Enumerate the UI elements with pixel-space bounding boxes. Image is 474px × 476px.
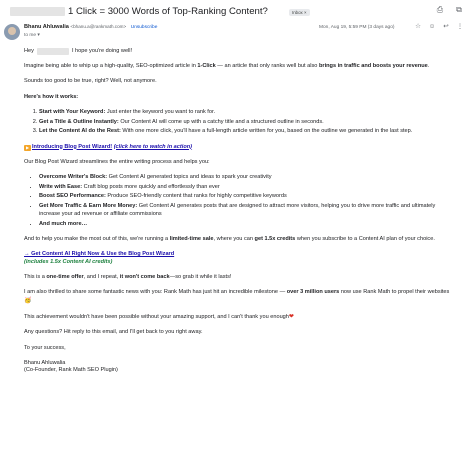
cta-subtext: (includes 1.5x Content AI credits): [24, 258, 113, 265]
list-item: Write with Ease: Craft blog posts more q…: [39, 184, 454, 192]
list-item: And much more…: [39, 221, 454, 229]
heart-emoji-icon: ❤: [288, 314, 294, 321]
list-item: Overcome Writer's Block: Get Content AI …: [39, 174, 454, 182]
benefits-list: Overcome Writer's Block: Get Content AI …: [39, 174, 454, 228]
bold-text: 1-Click: [197, 63, 216, 70]
bold-text: Get a Title & Outline Instantly:: [39, 118, 119, 125]
bold-text: Here's how it works:: [24, 93, 79, 100]
watch-in-action-link[interactable]: (click here to watch in action): [114, 144, 192, 150]
text: Craft blog posts more quickly and effort…: [82, 183, 220, 190]
paragraph-intro: Imagine being able to whip up a high-qua…: [24, 63, 454, 71]
redacted-name: [36, 48, 69, 56]
bold-text: Write with Ease:: [39, 183, 83, 190]
steps-list: Start with Your Keyword: Just enter the …: [39, 109, 454, 136]
signature-name: Bhanu Ahluwalia: [24, 359, 66, 366]
text: Get Content AI generated topics and idea…: [107, 173, 272, 180]
list-item: Get More Traffic & Earn More Money: Get …: [39, 203, 454, 218]
party-emoji-icon: 🥳: [24, 297, 32, 304]
text: With one more click, you'll have a full-…: [120, 128, 413, 135]
message-actions: ☆ ☺ ↩ ⋮: [414, 23, 464, 31]
email-body: Hey I hope you're doing well! Imagine be…: [24, 48, 454, 375]
paragraph-questions: Any questions? Hit reply to this email, …: [24, 329, 203, 336]
text: And to help you make the most out of thi…: [24, 235, 170, 242]
signature-title: (Co-Founder, Rank Math SEO Plugin): [24, 367, 118, 374]
more-icon[interactable]: ⋮: [456, 23, 464, 31]
chip-close-icon[interactable]: ×: [304, 10, 307, 15]
inbox-label-text: Inbox: [292, 10, 303, 15]
bold-text: Start with Your Keyword:: [39, 108, 106, 115]
bold-text: one-time offer: [46, 273, 84, 280]
text: This is a: [24, 273, 47, 280]
text: now use Rank Math to propel their websit…: [339, 289, 450, 296]
bold-text: get 1.5x credits: [254, 235, 296, 242]
list-item: Get a Title & Outline Instantly: Our Con…: [39, 119, 454, 127]
text: I am also thrilled to share some fantast…: [24, 289, 287, 296]
play-icon: ▶: [24, 144, 31, 151]
greeting-hey: Hey: [24, 48, 34, 54]
redacted-subject-prefix: [10, 7, 65, 16]
paragraph-too-good: Sounds too good to be true, right? Well,…: [24, 78, 157, 85]
recipient-text: to me: [24, 33, 36, 38]
bold-text: And much more…: [39, 220, 88, 227]
paragraph-streamlines: Our Blog Post Wizard streamlines the ent…: [24, 158, 210, 165]
text: Just enter the keyword you want to rank …: [105, 108, 216, 115]
text: —so grab it while it lasts!: [169, 273, 232, 280]
text: — an article that only ranks well but al…: [215, 63, 319, 70]
paragraph-milestone: I am also thrilled to share some fantast…: [24, 289, 454, 305]
how-it-works-heading: Here's how it works:: [24, 94, 454, 102]
text: when you subscribe to a Content AI plan …: [295, 235, 435, 242]
bold-text: limited-time sale: [169, 235, 214, 242]
intro-link-line: ▶ Introducing Blog Post Wizard! (click he…: [24, 144, 454, 152]
open-in-new-window-icon[interactable]: ⧉: [454, 5, 464, 15]
email-subject: 1 Click = 3000 Words of Top-Ranking Cont…: [68, 6, 268, 17]
sender-line: Bhanu Ahluwalia <bhanu.a@rankmath.com> U…: [24, 24, 157, 32]
star-icon[interactable]: ☆: [414, 23, 422, 31]
recipient-line[interactable]: to me ▾: [24, 33, 40, 40]
bold-text: brings in traffic and boosts your revenu…: [318, 63, 428, 70]
sender-name[interactable]: Bhanu Ahluwalia: [24, 24, 69, 30]
paragraph-offer: This is a one-time offer, and I repeat, …: [24, 274, 454, 282]
text: Imagine being able to whip up a high-qua…: [24, 63, 198, 70]
get-content-ai-link[interactable]: → Get Content AI Right Now & Use the Blo…: [24, 251, 174, 257]
bold-text: it won't come back: [119, 273, 170, 280]
text: Our Content AI will come up with a catch…: [118, 118, 324, 125]
chevron-down-icon[interactable]: ▾: [37, 33, 39, 38]
intro-video-link[interactable]: Introducing Blog Post Wizard!: [32, 144, 112, 150]
inbox-label-chip[interactable]: Inbox ×: [289, 9, 310, 16]
cta-block: → Get Content AI Right Now & Use the Blo…: [24, 251, 454, 266]
bold-text: Boost SEO Performance:: [39, 193, 106, 200]
bold-text: Let the Content AI do the Rest:: [39, 128, 121, 135]
text: , where you can: [213, 235, 255, 242]
bold-text: Get More Traffic & Earn More Money:: [39, 203, 138, 210]
reply-icon[interactable]: ↩: [442, 23, 450, 31]
sender-avatar[interactable]: [4, 24, 20, 40]
paragraph-thanks: This achievement wouldn't have been poss…: [24, 313, 454, 322]
text: Produce SEO-friendly content that ranks …: [105, 193, 287, 200]
sign-off: To your success,: [24, 344, 66, 351]
print-icon[interactable]: ⎙: [435, 5, 445, 15]
paragraph-sale: And to help you make the most out of thi…: [24, 236, 454, 244]
text: .: [427, 63, 430, 70]
list-item: Let the Content AI do the Rest: With one…: [39, 128, 454, 136]
text: , and I repeat,: [83, 273, 120, 280]
bold-text: over 3 million users: [286, 289, 340, 296]
message-date: Mon, Aug 19, 5:59 PM (3 days ago): [319, 25, 395, 30]
emoji-icon[interactable]: ☺: [428, 23, 436, 31]
unsubscribe-link[interactable]: Unsubscribe: [131, 25, 158, 30]
email-header: 1 Click = 3000 Words of Top-Ranking Cont…: [0, 0, 474, 46]
greeting-text: I hope you're doing well!: [71, 48, 133, 54]
greeting: Hey I hope you're doing well!: [24, 48, 454, 56]
sender-email: <bhanu.a@rankmath.com>: [70, 24, 127, 29]
list-item: Start with Your Keyword: Just enter the …: [39, 109, 454, 117]
text: This achievement wouldn't have been poss…: [24, 314, 289, 321]
signature: Bhanu Ahluwalia (Co-Founder, Rank Math S…: [24, 360, 454, 375]
list-item: Boost SEO Performance: Produce SEO-frien…: [39, 193, 454, 201]
header-actions: ⎙ ⧉: [435, 5, 464, 15]
bold-text: Overcome Writer's Block:: [39, 173, 108, 180]
